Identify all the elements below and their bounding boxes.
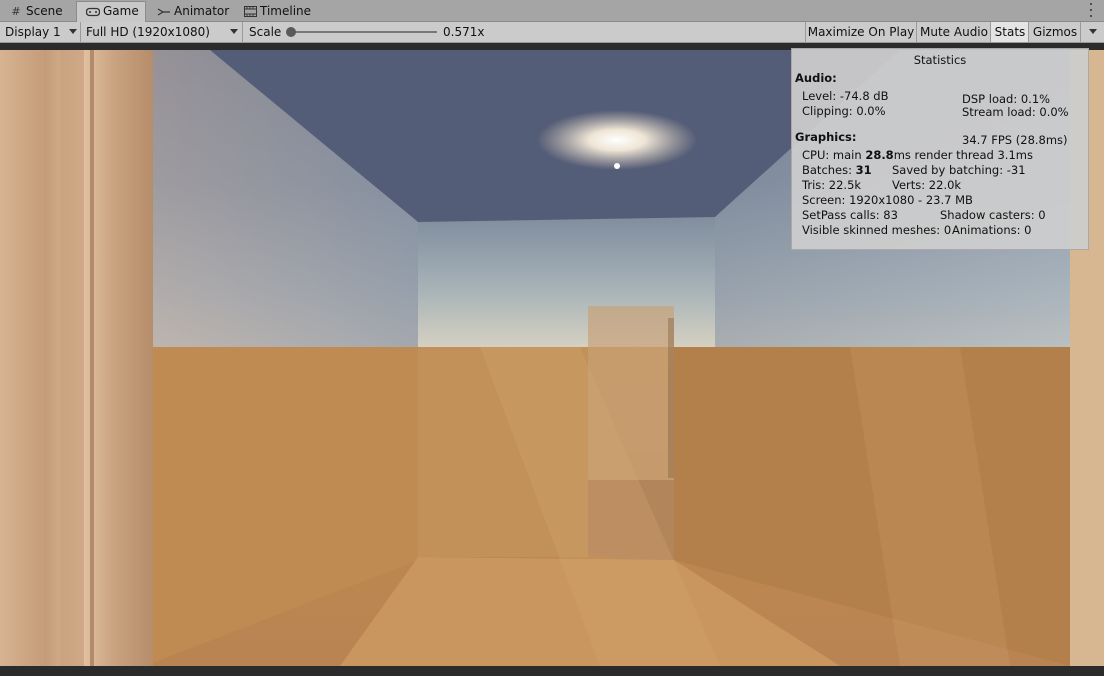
dsp-load: DSP load: 0.1% [962,92,1051,106]
cpu-stats: CPU: main 28.8ms render thread 3.1ms [802,148,1033,162]
maximize-on-play-button[interactable]: Maximize On Play [805,22,916,42]
more-options-icon[interactable] [1088,3,1094,17]
verts-stat: Verts: 22.0k [892,178,962,192]
graphics-header: Graphics: [795,130,857,144]
tris-stat: Tris: 22.5k [802,178,862,192]
mute-audio-button[interactable]: Mute Audio [916,22,991,42]
gizmos-dropdown[interactable] [1080,22,1104,42]
scale-label: Scale [249,25,282,39]
chevron-down-icon [230,29,238,34]
screen-stat: Screen: 1920x1080 - 23.7 MB [802,193,973,207]
fps-value: 34.7 FPS (28.8ms) [962,133,1068,147]
timeline-icon [243,2,257,21]
tab-scene[interactable]: # Scene [0,2,74,21]
chevron-down-icon [1089,29,1097,34]
scale-value: 0.571x [443,25,485,39]
tab-animator[interactable]: Animator [148,2,238,21]
batches-stat: Batches: 31 [802,163,872,177]
display-dropdown[interactable]: Display 1 [0,22,80,42]
saved-by-batching: Saved by batching: -31 [892,163,1026,177]
resolution-dropdown-label: Full HD (1920x1080) [86,25,210,39]
resolution-dropdown[interactable]: Full HD (1920x1080) [81,22,242,42]
batches-prefix: Batches: [802,163,856,177]
tab-animator-label: Animator [174,4,230,18]
editor-tab-bar: # Scene Game Animator Timeline [0,0,1104,22]
game-view[interactable]: Statistics Audio: Level: -74.8 dB Clippi… [0,43,1104,676]
gamepad-icon [86,2,100,21]
skinned-meshes-stat: Visible skinned meshes: 0 [802,223,952,237]
audio-clipping: Clipping: 0.0% [802,104,886,118]
tab-timeline[interactable]: Timeline [234,2,324,21]
scale-slider-handle[interactable] [286,27,296,37]
tab-game[interactable]: Game [76,1,146,22]
animator-icon [157,2,171,21]
stats-title: Statistics [913,53,967,67]
tab-scene-label: Scene [26,4,63,18]
display-dropdown-label: Display 1 [5,25,61,39]
tab-timeline-label: Timeline [260,4,312,18]
statistics-panel: Statistics Audio: Level: -74.8 dB Clippi… [791,48,1089,250]
gizmos-button[interactable]: Gizmos [1028,22,1081,42]
stream-load: Stream load: 0.0% [962,105,1069,119]
animations-stat: Animations: 0 [952,223,1032,237]
batches-value: 31 [855,163,872,177]
shadow-casters-stat: Shadow casters: 0 [940,208,1046,222]
grid-icon: # [11,5,21,18]
chevron-down-icon [69,29,77,34]
stats-button[interactable]: Stats [990,22,1029,42]
cpu-suffix: ms render thread 3.1ms [893,148,1033,162]
cpu-main-time: 28.8 [865,148,894,162]
audio-header: Audio: [795,71,837,85]
setpass-stat: SetPass calls: 83 [802,208,898,222]
cpu-prefix: CPU: main [802,148,866,162]
game-toolbar: Display 1 Full HD (1920x1080) Scale 0.57… [0,22,1104,43]
tab-game-label: Game [103,4,139,18]
audio-level: Level: -74.8 dB [802,89,889,103]
scale-slider-track[interactable] [290,31,437,33]
